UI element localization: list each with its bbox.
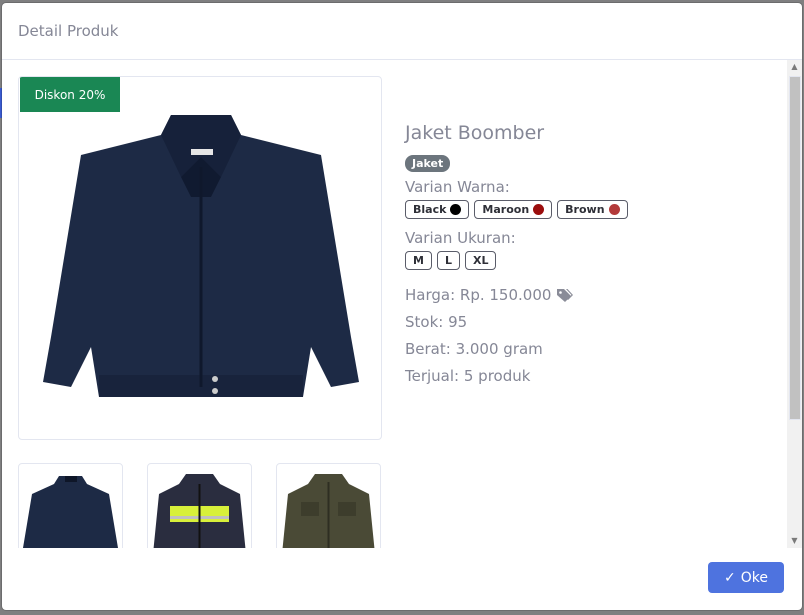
discount-badge: Diskon 20% [20,77,120,112]
price-row: Harga: Rp. 150.000 [405,286,628,304]
safety-jacket-thumb-icon [153,474,246,548]
jacket-image [43,115,359,397]
main-product-image: Diskon 20% [18,76,382,440]
weight-text: Berat: 3.000 gram [405,340,543,358]
color-chip-maroon[interactable]: Maroon [474,200,553,219]
product-info: Jaket Boomber Jaket Varian Warna: Black … [405,122,628,385]
modal-scrollbar[interactable]: ▲ ▼ [787,60,802,548]
modal-body: Diskon 20% Jaket Boomber Jaket Varian Wa… [2,60,786,548]
thumbnail-1[interactable] [18,463,123,548]
size-chip-l[interactable]: L [436,251,460,270]
thumbnail-2[interactable] [147,463,252,548]
tags-icon [557,288,574,302]
color-chip-brown[interactable]: Brown [557,200,628,219]
check-icon: ✓ [724,569,736,586]
color-chip-black[interactable]: Black [405,200,470,219]
color-swatch-icon [450,204,462,215]
size-chip-xl[interactable]: XL [464,251,497,270]
modal-title: Detail Produk [18,22,119,40]
scroll-up-icon[interactable]: ▲ [787,60,802,74]
sold-text: Terjual: 5 produk [405,367,531,385]
thumbnail-3[interactable] [276,463,381,548]
scroll-down-icon[interactable]: ▼ [787,534,802,548]
olive-jacket-thumb-icon [282,474,375,548]
color-name: Maroon [482,203,530,216]
size-variant-label: Varian Ukuran: [405,229,516,247]
size-chip-m[interactable]: M [405,251,432,270]
color-variants: Black Maroon Brown [405,200,628,219]
ok-button[interactable]: ✓ Oke [708,562,784,593]
product-name: Jaket Boomber [405,122,545,144]
color-name: Brown [565,203,605,216]
color-swatch-icon [533,204,545,215]
ok-button-label: Oke [740,569,768,586]
modal-header: Detail Produk [2,3,802,60]
product-detail-modal: Detail Produk Diskon 20% Jaket Boomber J… [2,3,802,610]
navy-jacket-thumb-icon [23,476,118,548]
color-swatch-icon [608,204,620,215]
stock-text: Stok: 95 [405,313,468,331]
category-badge: Jaket [405,155,451,172]
price-text: Harga: Rp. 150.000 [405,286,552,304]
color-variant-label: Varian Warna: [405,178,510,196]
size-variants: M L XL [405,251,628,270]
color-name: Black [413,203,447,216]
scrollbar-thumb[interactable] [789,76,801,420]
